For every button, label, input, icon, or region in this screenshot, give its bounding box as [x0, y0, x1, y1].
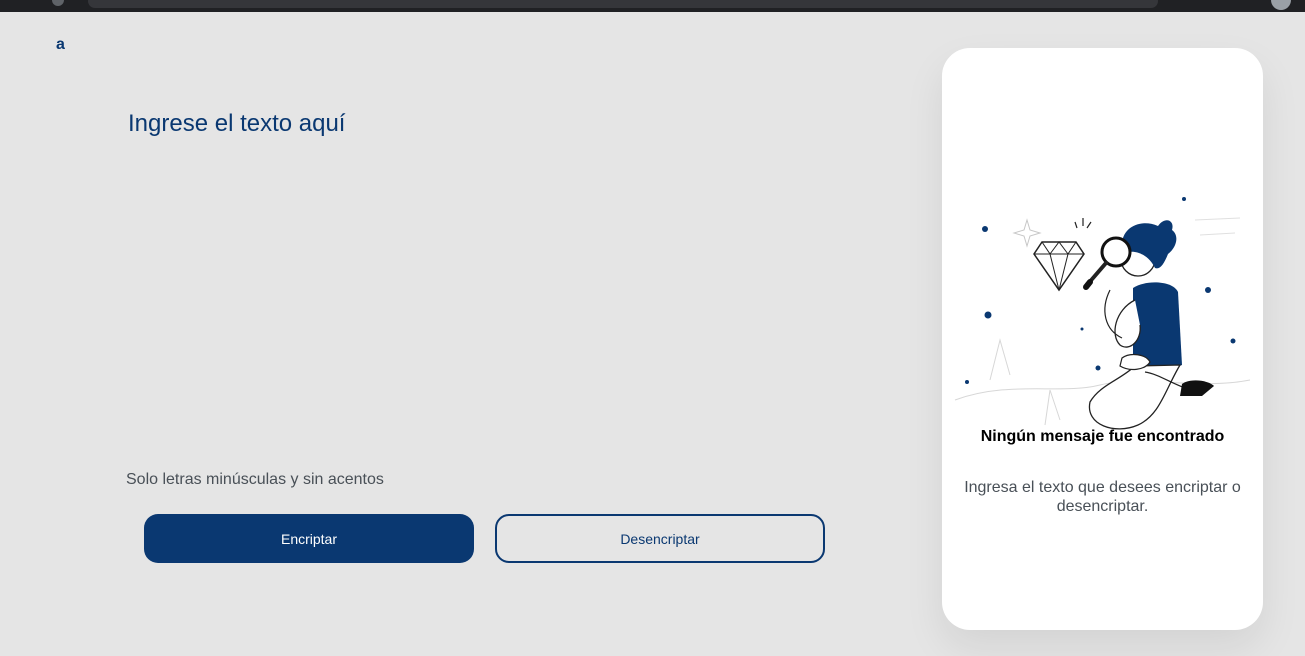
empty-state-title: Ningún mensaje fue encontrado: [980, 428, 1225, 445]
encrypt-button[interactable]: Encriptar: [144, 514, 474, 563]
logo[interactable]: a: [56, 36, 65, 54]
person-with-magnifier-icon: [954, 197, 1251, 430]
text-input[interactable]: [128, 110, 888, 440]
empty-state-message: Ingresa el texto que desees encriptar o …: [964, 479, 1241, 515]
address-bar[interactable]: [88, 0, 1158, 8]
hint-text: Solo letras minúsculas y sin acentos: [126, 471, 384, 488]
profile-avatar[interactable]: [1271, 0, 1291, 10]
reload-icon[interactable]: [52, 0, 64, 6]
output-panel: Ningún mensaje fue encontrado Ingresa el…: [942, 48, 1263, 630]
browser-toolbar: [0, 0, 1305, 12]
decrypt-button[interactable]: Desencriptar: [495, 514, 825, 563]
